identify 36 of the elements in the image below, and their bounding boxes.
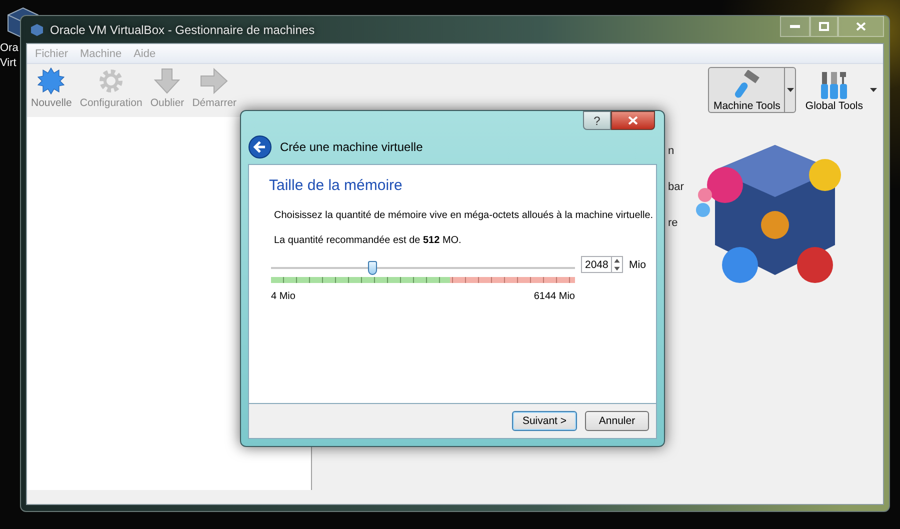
slider-thumb[interactable] bbox=[368, 261, 378, 275]
dialog-title: Crée une machine virtuelle bbox=[280, 140, 423, 154]
window-title: Oracle VM VirtualBox - Gestionnaire de machines bbox=[50, 22, 316, 36]
help-button[interactable]: ? bbox=[583, 111, 611, 130]
max-label: 6144 Mio bbox=[534, 291, 575, 302]
right-arrow-icon bbox=[199, 67, 230, 95]
close-button[interactable] bbox=[611, 111, 655, 130]
welcome-text: n bbox=[668, 145, 676, 157]
cancel-button[interactable]: Annuler bbox=[585, 411, 649, 431]
min-label: 4 Mio bbox=[271, 291, 296, 302]
tools-button[interactable]: Global Tools bbox=[800, 67, 879, 113]
page-heading: Taille de la mémoire bbox=[269, 177, 404, 194]
close-icon bbox=[856, 22, 866, 31]
caret-icon bbox=[786, 88, 794, 92]
minimize-button[interactable] bbox=[780, 16, 810, 37]
memory-field[interactable]: 2048 bbox=[581, 256, 611, 273]
close-icon bbox=[628, 116, 638, 125]
tools-icon bbox=[819, 70, 850, 100]
description-text: Choisissez la quantité de mémoire vive en méga-octets alloués à la machine virtuelle. bbox=[274, 209, 654, 222]
desktop-icon-label: Virt bbox=[0, 57, 16, 70]
unit-label: Mio bbox=[629, 259, 646, 271]
toolbar-button[interactable]: Nouvelle bbox=[27, 67, 76, 109]
caret-icon bbox=[870, 88, 876, 92]
recommendation-text: La quantité recommandée est de 512 MO. bbox=[274, 234, 462, 247]
welcome-text: re bbox=[668, 217, 679, 229]
memory-slider[interactable] bbox=[271, 261, 575, 275]
tools-button[interactable]: Machine Tools bbox=[708, 67, 796, 113]
down-arrow-icon bbox=[153, 67, 182, 95]
maximize-button[interactable] bbox=[810, 16, 838, 37]
minimize-icon bbox=[790, 25, 800, 28]
next-button[interactable]: Suivant > bbox=[512, 411, 577, 431]
desktop-icon-label: Ora bbox=[0, 42, 18, 55]
starburst-icon bbox=[37, 67, 66, 95]
gear-icon bbox=[97, 67, 126, 95]
maximize-icon bbox=[819, 22, 829, 31]
welcome-text: bar bbox=[668, 181, 685, 193]
